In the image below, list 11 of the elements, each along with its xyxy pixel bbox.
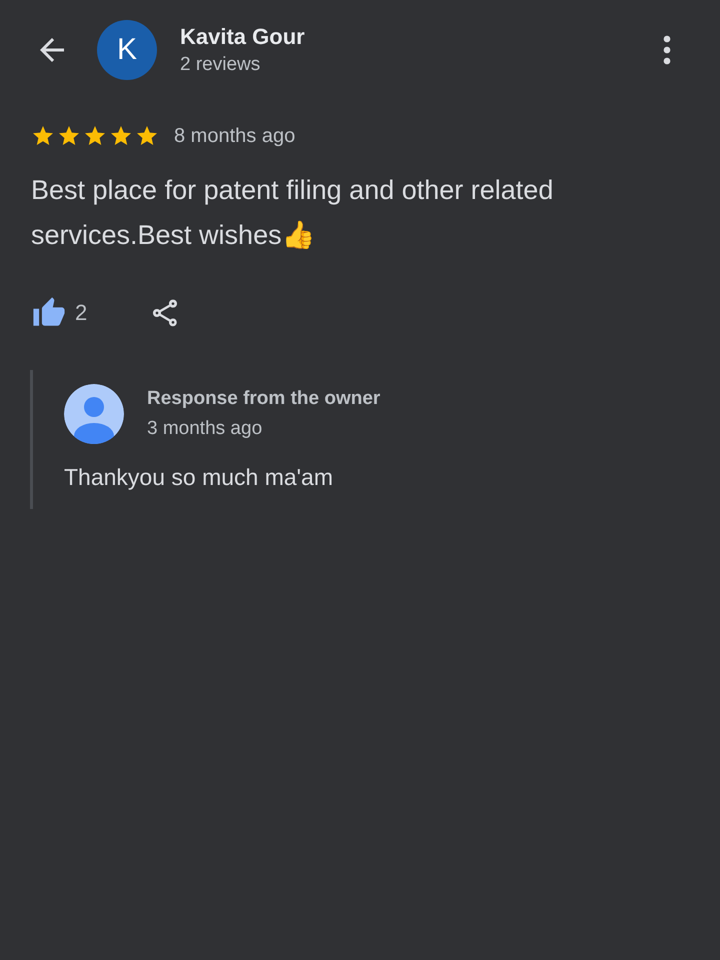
more-options-icon[interactable]: [662, 34, 672, 66]
like-count: 2: [75, 300, 88, 326]
owner-avatar-icon: [64, 384, 124, 444]
avatar: K: [97, 20, 157, 80]
response-title: Response from the owner: [147, 388, 380, 410]
response-time: 3 months ago: [147, 418, 264, 440]
reviewer-name[interactable]: Kavita Gour: [180, 24, 662, 50]
review-count: 2 reviews: [180, 54, 262, 76]
review-text: Best place for patent filing and other related services.Best wishes👍: [31, 174, 554, 252]
response-text: Thankyou so much ma'am: [64, 464, 334, 491]
review-time: 8 months ago: [174, 124, 296, 148]
